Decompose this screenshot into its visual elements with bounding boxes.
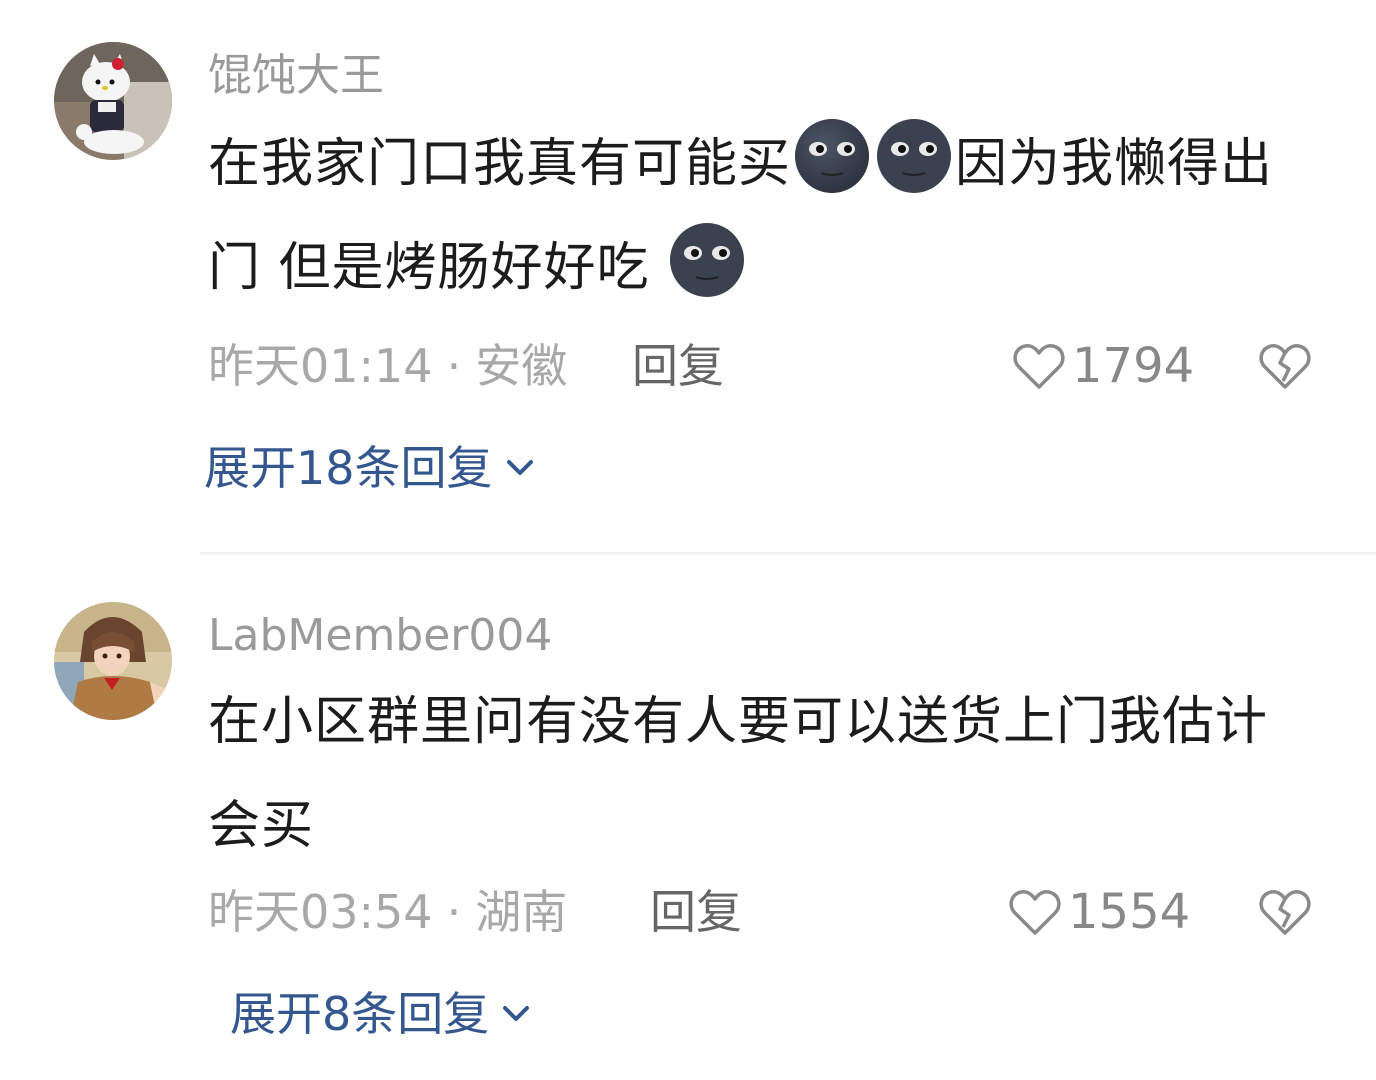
new-moon-face-icon [875, 117, 953, 195]
meta-separator: · [446, 885, 462, 939]
heart-icon [1013, 344, 1065, 389]
meta-separator: · [446, 339, 462, 393]
new-moon-face-icon [668, 221, 746, 299]
like-button[interactable]: 1554 [1008, 884, 1190, 940]
dislike-button[interactable] [1258, 887, 1312, 937]
expand-replies-label: 展开18条回复 [204, 441, 493, 495]
broken-heart-icon [1259, 890, 1311, 935]
user-avatar[interactable] [54, 602, 172, 720]
username[interactable]: LabMember004 [208, 610, 552, 662]
heart-icon [1009, 890, 1061, 935]
expand-replies-link[interactable]: 展开8条回复 [230, 986, 531, 1042]
like-count: 1794 [1072, 338, 1195, 394]
comment-time: 昨天01:14 [208, 339, 433, 393]
reply-button[interactable]: 回复 [632, 338, 724, 394]
expand-replies-label: 展开8条回复 [230, 987, 490, 1041]
anime-character-avatar-icon [54, 602, 172, 720]
new-moon-face-icon [793, 117, 871, 195]
comment-text-part: 在我家门口我真有可能买 [208, 134, 792, 194]
hello-kitty-avatar-icon [54, 42, 172, 160]
comment-text: 在我家门口我真有可能买 因为我懒得出门 但是烤肠好好吃 [208, 112, 1318, 320]
chevron-down-icon [503, 1006, 530, 1021]
broken-heart-icon [1259, 344, 1311, 389]
comment-meta: 昨天01:14 · 安徽 [208, 338, 567, 394]
like-button[interactable]: 1794 [1012, 338, 1194, 394]
expand-replies-link[interactable]: 展开18条回复 [204, 440, 535, 496]
comment-time: 昨天03:54 [208, 885, 433, 939]
comment-divider [200, 552, 1376, 554]
comment-location: 湖南 [475, 885, 568, 939]
like-count: 1554 [1068, 884, 1191, 940]
comment-location: 安徽 [475, 339, 568, 393]
user-avatar[interactable] [54, 42, 172, 160]
comment-text: 在小区群里问有没有人要可以送货上门我估计会买 [208, 692, 1269, 856]
dislike-button[interactable] [1258, 341, 1312, 391]
comment-meta: 昨天03:54 · 湖南 [208, 884, 567, 940]
reply-button[interactable]: 回复 [650, 884, 742, 940]
chevron-down-icon [506, 460, 533, 475]
username[interactable]: 馄饨大王 [208, 50, 384, 102]
